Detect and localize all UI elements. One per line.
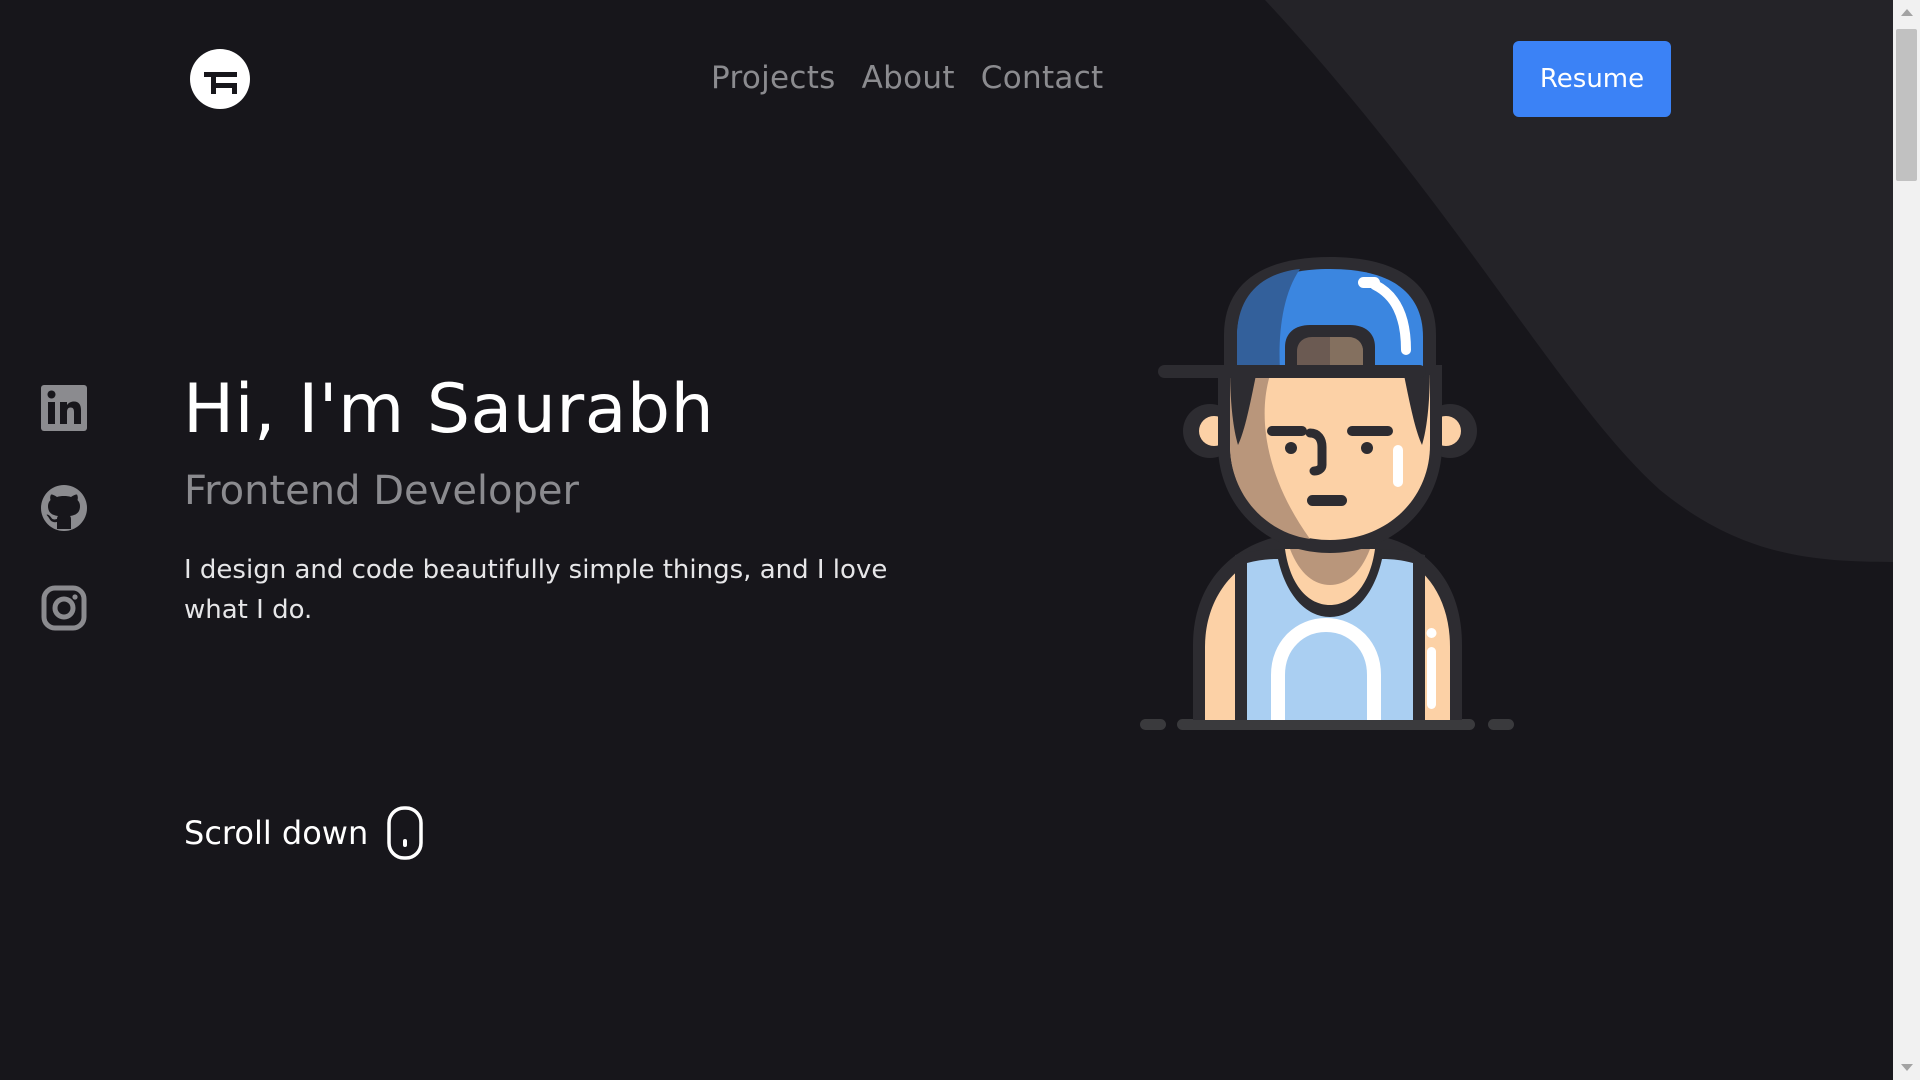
avatar-illustration bbox=[1140, 257, 1514, 730]
scroll-down-link[interactable]: Scroll down bbox=[184, 805, 424, 861]
background-shape bbox=[1265, 0, 1893, 562]
page-title: Hi, I'm Saurabh bbox=[183, 370, 715, 449]
instagram-icon[interactable] bbox=[39, 583, 89, 633]
mouse-icon bbox=[387, 806, 423, 860]
job-title: Frontend Developer bbox=[184, 468, 579, 514]
github-icon[interactable] bbox=[39, 483, 89, 533]
nav-projects[interactable]: Projects bbox=[711, 58, 836, 98]
g-logo-icon[interactable] bbox=[189, 48, 251, 110]
scroll-up-arrow-icon[interactable] bbox=[1901, 9, 1913, 16]
main-nav: Projects About Contact bbox=[711, 58, 1104, 98]
resume-button[interactable]: Resume bbox=[1513, 41, 1671, 117]
scrollbar-thumb[interactable] bbox=[1896, 29, 1917, 181]
nav-contact[interactable]: Contact bbox=[981, 58, 1104, 98]
scroll-down-arrow-icon[interactable] bbox=[1901, 1064, 1913, 1071]
scroll-down-label: Scroll down bbox=[184, 814, 369, 852]
nav-about[interactable]: About bbox=[862, 58, 955, 98]
hero-description: I design and code beautifully simple thi… bbox=[184, 555, 888, 625]
page-scrollbar[interactable] bbox=[1893, 0, 1920, 1080]
linkedin-icon[interactable] bbox=[39, 383, 89, 433]
